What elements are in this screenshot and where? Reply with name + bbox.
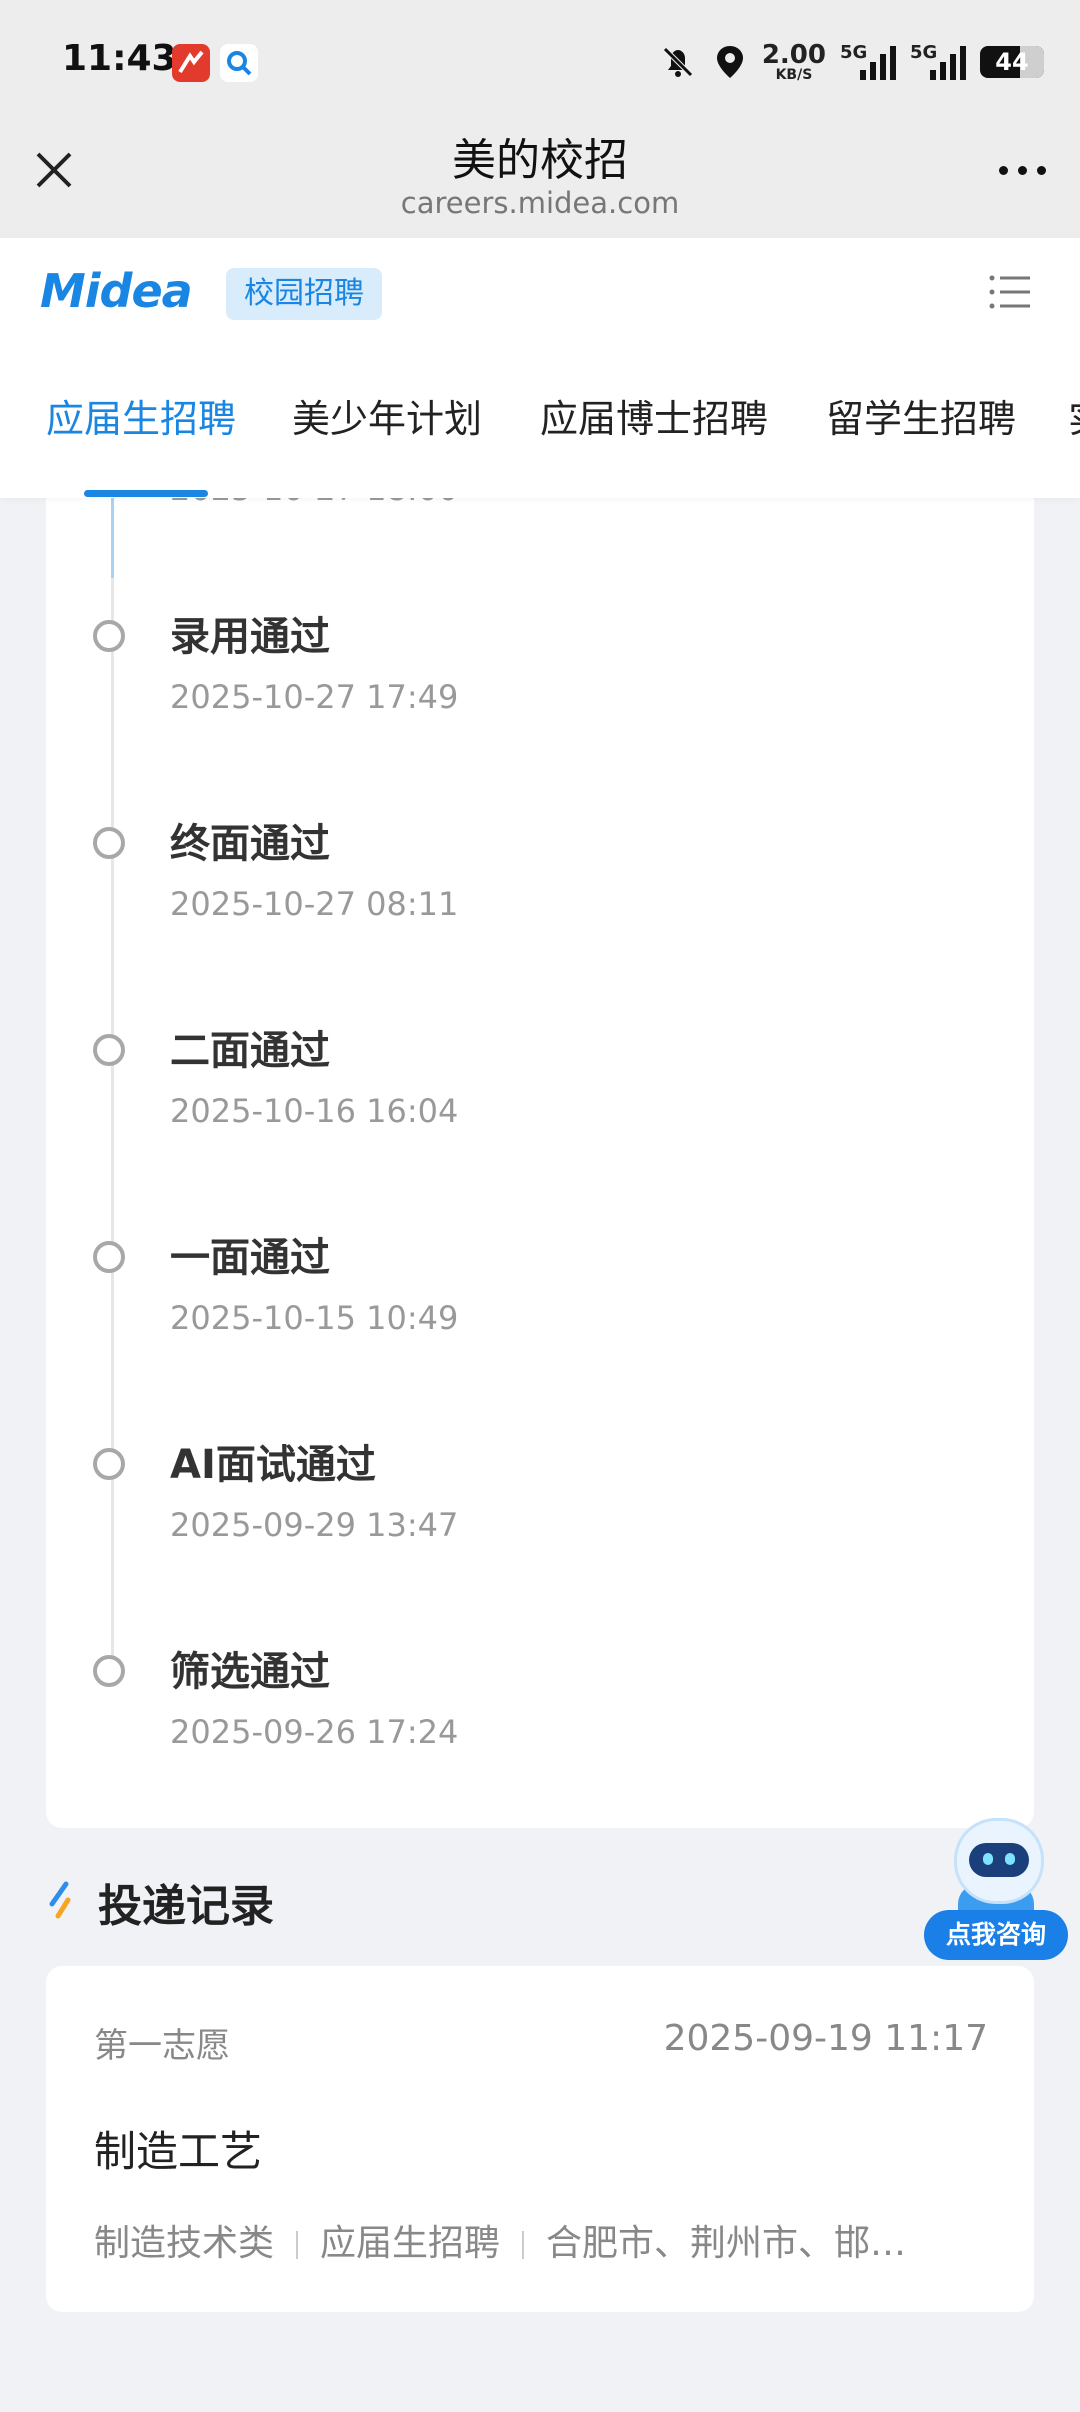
site-header: Midea 校园招聘 应届生招聘 美少年计划 应届博士招聘 留学生招聘 实 (0, 238, 1080, 498)
timeline-item: 终面通过 2025-10-27 08:11 (0, 821, 1080, 967)
tab-youth-plan[interactable]: 美少年计划 (292, 388, 482, 443)
midea-logo[interactable]: Midea (40, 264, 193, 318)
active-tab-indicator (84, 490, 208, 497)
page-title: 美的校招 (452, 135, 628, 186)
timeline-dot (93, 827, 125, 859)
record-type: 应届生招聘 (320, 2223, 501, 2264)
search-app-icon (220, 44, 258, 82)
timeline-time: 2025-10-27 17:49 (170, 678, 459, 716)
timeline-time: 2025-10-27 08:11 (170, 885, 459, 923)
record-title: 制造工艺 (94, 2127, 263, 2176)
app-notification-icon (172, 44, 210, 82)
timeline-dot (93, 620, 125, 652)
timeline-item: 一面通过 2025-10-15 10:49 (0, 1235, 1080, 1381)
campus-recruit-tag: 校园招聘 (226, 268, 382, 320)
timeline-time: 2025-10-15 10:49 (170, 1299, 459, 1337)
timeline-title: 筛选通过 (170, 1649, 330, 1695)
record-meta: 制造技术类 应届生招聘 合肥市、荆州市、邯… (94, 2214, 994, 2266)
timeline-dot (93, 1241, 125, 1273)
tab-graduate[interactable]: 应届生招聘 (46, 388, 236, 443)
chat-assistant-button[interactable]: 点我咨询 (920, 1818, 1072, 1968)
meta-divider (522, 2231, 525, 2259)
signal-icon: 5G (840, 42, 896, 82)
recruit-tabs: 应届生招聘 美少年计划 应届博士招聘 留学生招聘 实 (0, 388, 1080, 468)
timeline-title: 录用通过 (170, 614, 330, 660)
timeline-item: 筛选通过 2025-09-26 17:24 (0, 1649, 1080, 1795)
timeline-time: 2025-09-26 17:24 (170, 1713, 459, 1751)
record-cities: 合肥市、荆州市、邯… (546, 2223, 907, 2264)
menu-icon[interactable] (986, 268, 1034, 316)
status-icons: 2.00 KB/S 5G 5G 44 (658, 40, 1044, 84)
timeline-title: 二面通过 (170, 1028, 330, 1074)
timeline-item: AI面试通过 2025-09-29 13:47 (0, 1442, 1080, 1588)
meta-divider (296, 2231, 299, 2259)
timeline-title: AI面试通过 (170, 1442, 376, 1488)
timeline-title: 一面通过 (170, 1235, 330, 1281)
timeline-dot (93, 1448, 125, 1480)
more-options-button[interactable] (992, 150, 1052, 190)
timeline-dot (93, 1655, 125, 1687)
timeline-time: 2025-09-29 13:47 (170, 1506, 459, 1544)
location-icon (716, 46, 743, 78)
timeline-dot (93, 1034, 125, 1066)
tab-phd[interactable]: 应届博士招聘 (540, 388, 768, 443)
robot-icon (954, 1818, 1044, 1904)
application-record-card[interactable]: 第一志愿 2025-09-19 11:17 制造工艺 制造技术类 应届生招聘 合肥市… (46, 1966, 1034, 2312)
chat-assistant-label: 点我咨询 (924, 1910, 1068, 1960)
timeline-line-active (111, 498, 114, 578)
timeline-time: 2025-10-16 16:04 (170, 1092, 459, 1130)
network-speed: 2.00 KB/S (761, 40, 826, 83)
status-time: 11:43 (62, 38, 177, 79)
section-title: 投递记录 (98, 1881, 274, 1932)
record-date: 2025-09-19 11:17 (663, 2018, 988, 2059)
mute-bell-icon (663, 47, 693, 77)
tab-overseas[interactable]: 留学生招聘 (826, 388, 1016, 443)
battery-icon: 44 (980, 46, 1044, 78)
section-accent-icon (49, 1881, 71, 1919)
signal-icon-2: 5G (910, 42, 966, 82)
timeline-item: 二面通过 2025-10-16 16:04 (0, 1028, 1080, 1174)
browser-header: 11:43 2.00 KB/S 5G 5G 44 美的校招 careers.mi… (0, 0, 1080, 238)
record-choice: 第一志愿 (94, 2026, 230, 2066)
timeline-title: 终面通过 (170, 821, 330, 867)
tab-more[interactable]: 实 (1068, 388, 1080, 443)
page-url: careers.midea.com (400, 186, 680, 220)
timeline-item: 录用通过 2025-10-27 17:49 (0, 614, 1080, 760)
record-category: 制造技术类 (94, 2223, 275, 2264)
